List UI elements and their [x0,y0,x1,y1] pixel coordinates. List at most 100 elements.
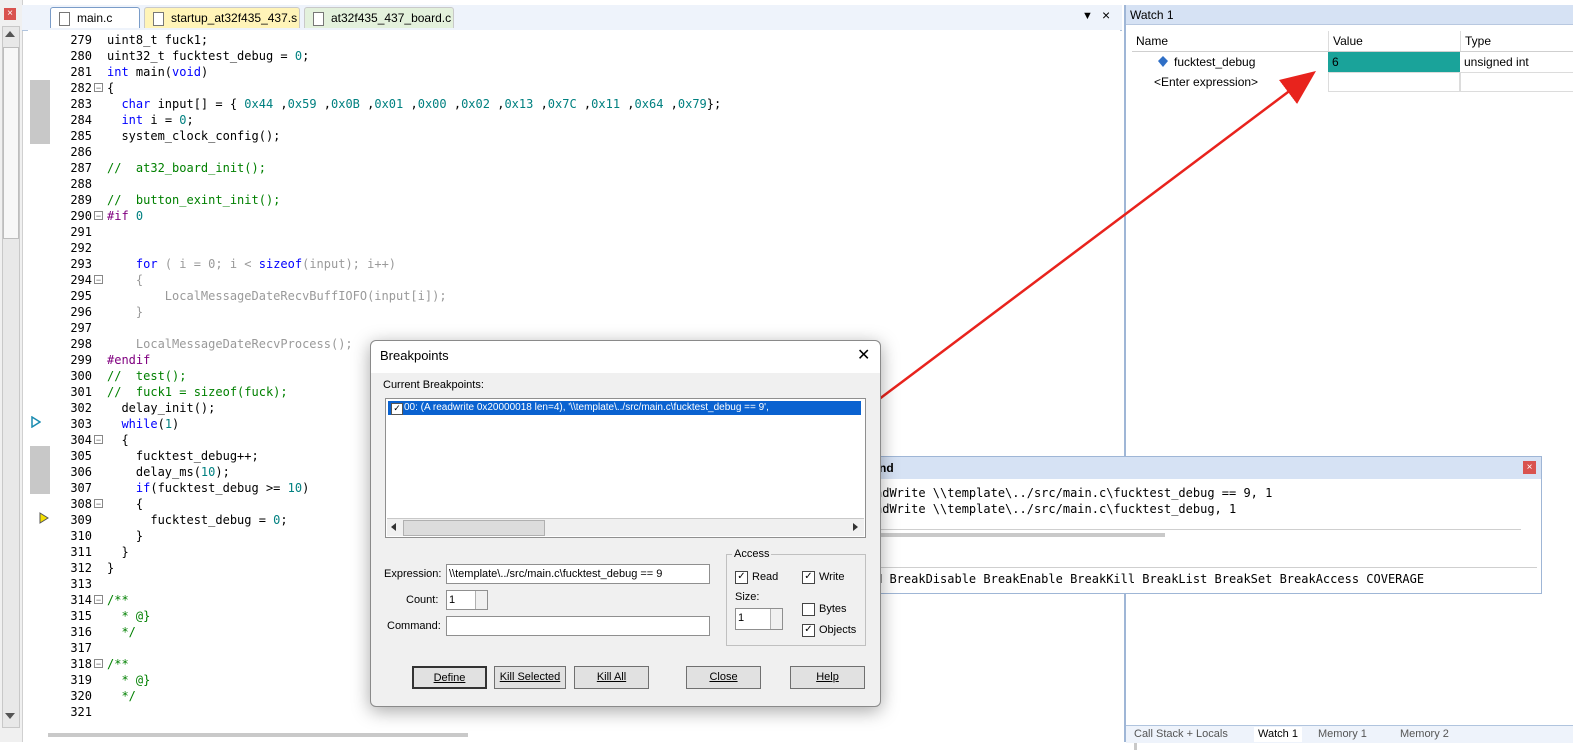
code-line[interactable]: delay_init(); [107,400,215,416]
scroll-up-icon[interactable] [5,31,15,37]
column-name[interactable]: Name [1132,31,1328,51]
column-value[interactable]: Value [1328,31,1460,51]
spinner-arrows-icon[interactable] [770,609,782,629]
line-number: 299 [70,353,92,367]
gutter-marker [30,446,50,494]
watch-value[interactable]: 6 [1328,52,1460,72]
code-line[interactable]: /** [107,592,129,608]
command-input[interactable] [446,616,710,636]
code-line[interactable]: // fuck1 = sizeof(fuck); [107,384,288,400]
code-line[interactable]: * @} [107,672,150,688]
code-line[interactable]: // button_exint_init(); [107,192,280,208]
tab-memory-2[interactable]: Memory 2 [1400,727,1449,742]
code-line[interactable]: // test(); [107,368,186,384]
code-line[interactable]: int i = 0; [107,112,193,128]
watch-value[interactable] [1328,72,1460,92]
command-hint-line[interactable]: N BreakDisable BreakEnable BreakKill Bre… [875,567,1537,590]
tab-board-c[interactable]: at32f435_437_board.c [304,7,454,28]
code-line[interactable]: LocalMessageDateRecvProcess(); [107,336,353,352]
code-line[interactable]: } [107,304,143,320]
scrollbar-thumb[interactable] [3,47,19,239]
breakpoint-enabled-checkbox[interactable]: ✓ [391,403,403,415]
code-line[interactable]: } [107,544,128,560]
code-line[interactable]: while(1) [107,416,179,432]
kill-all-button[interactable]: Kill All [574,666,649,689]
fold-toggle-icon[interactable]: − [94,499,103,509]
code-line[interactable]: fucktest_debug++; [107,448,259,464]
write-checkbox[interactable]: ✓ [802,571,815,584]
watch-row[interactable]: fucktest_debug 6 unsigned int [1132,52,1573,72]
line-number: 320 [70,689,92,703]
command-window-title: nd [875,457,1541,479]
code-line[interactable]: uint8_t fuck1; [107,32,208,48]
count-spinner[interactable]: 1 [446,590,488,610]
code-line[interactable]: */ [107,624,135,640]
scroll-down-icon[interactable] [5,713,15,719]
code-line[interactable]: #if 0 [107,208,143,224]
code-line[interactable]: } [107,528,143,544]
size-spinner[interactable]: 1 [735,608,783,630]
command-window: nd × adWrite \\template\../src/main.c\fu… [874,456,1542,594]
code-line[interactable]: // at32_board_init(); [107,160,266,176]
code-line[interactable]: * @} [107,608,150,624]
code-line[interactable]: { [107,496,143,512]
tab-memory-1[interactable]: Memory 1 [1318,727,1367,742]
breakpoint-list[interactable]: ✓ 00: (A readwrite 0x20000018 len=4), '\… [385,398,866,538]
code-line[interactable]: for ( i = 0; i < sizeof(input); i++) [107,256,396,272]
tab-startup-s[interactable]: startup_at32f435_437.s [144,7,300,28]
close-tab-icon[interactable]: × [1102,7,1110,23]
left-scrollbar[interactable] [2,26,20,728]
code-line[interactable]: /** [107,656,129,672]
expression-input[interactable]: \\template\../src/main.c\fucktest_debug … [446,564,710,584]
code-line[interactable]: uint32_t fucktest_debug = 0; [107,48,309,64]
scroll-right-icon[interactable] [853,523,858,531]
close-button[interactable]: Close [686,666,761,689]
kill-selected-button[interactable]: Kill Selected [494,666,566,689]
objects-checkbox[interactable]: ✓ [802,624,815,637]
tab-watch-1[interactable]: Watch 1 [1254,727,1302,742]
code-line[interactable]: { [107,432,128,448]
fold-toggle-icon[interactable]: − [94,435,103,445]
fold-toggle-icon[interactable]: − [94,275,103,285]
read-checkbox[interactable]: ✓ [735,571,748,584]
code-line[interactable]: fucktest_debug = 0; [107,512,287,528]
breakpoint-item[interactable]: ✓ 00: (A readwrite 0x20000018 len=4), '\… [388,401,861,415]
editor-horizontal-scrollbar[interactable] [48,733,468,737]
fold-toggle-icon[interactable]: − [94,83,103,93]
code-line[interactable]: delay_ms(10); [107,464,230,480]
code-line[interactable]: system_clock_config(); [107,128,280,144]
access-label: Access [732,548,772,560]
tab-call-stack[interactable]: Call Stack + Locals [1134,727,1228,742]
watch-row[interactable]: <Enter expression> [1132,72,1573,92]
current-breakpoints-label: Current Breakpoints: [383,379,484,391]
close-icon[interactable]: ✕ [857,348,870,364]
code-line[interactable]: LocalMessageDateRecvBuffIOFO(input[i]); [107,288,447,304]
list-horizontal-scrollbar[interactable] [387,518,864,536]
code-line[interactable]: { [107,80,114,96]
bytes-checkbox[interactable] [802,603,815,616]
enter-expression[interactable]: <Enter expression> [1150,72,1328,92]
spinner-arrows-icon[interactable] [475,591,487,609]
scrollbar-thumb[interactable] [403,520,545,536]
help-button[interactable]: Help [790,666,865,689]
scroll-left-icon[interactable] [391,523,396,531]
fold-toggle-icon[interactable]: − [94,211,103,221]
define-button[interactable]: Define [412,666,487,689]
fold-toggle-icon[interactable]: − [94,595,103,605]
code-line[interactable]: */ [107,688,135,704]
code-line[interactable]: if(fucktest_debug >= 10) [107,480,309,496]
code-line[interactable]: } [107,560,114,576]
code-line[interactable]: { [107,272,143,288]
breakpoint-gutter[interactable] [28,30,50,728]
column-type[interactable]: Type [1460,31,1573,51]
fold-toggle-icon[interactable]: − [94,659,103,669]
code-line[interactable]: char input[] = { 0x44 ,0x59 ,0x0B ,0x01 … [107,96,721,112]
tab-list-dropdown-icon[interactable]: ▼ [1082,10,1093,22]
tab-main-c[interactable]: main.c [50,7,140,28]
close-icon[interactable]: × [1523,461,1536,474]
code-line[interactable]: #endif [107,352,150,368]
close-icon[interactable]: × [4,8,16,20]
code-line[interactable]: int main(void) [107,64,208,80]
watch-type: unsigned int [1464,55,1529,69]
command-scrollbar[interactable] [875,533,1165,537]
